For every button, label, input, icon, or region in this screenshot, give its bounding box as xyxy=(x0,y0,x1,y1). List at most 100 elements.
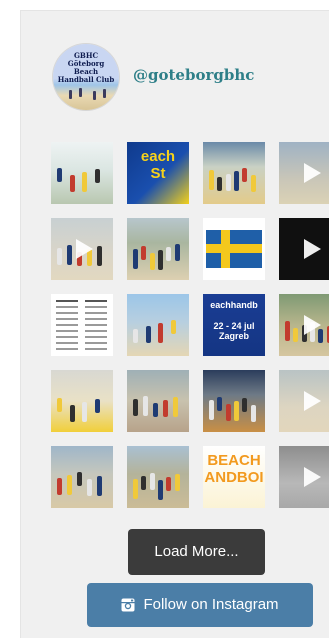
photo-thumbnail[interactable] xyxy=(127,370,189,432)
person-figure xyxy=(158,323,163,343)
photo-thumbnail[interactable] xyxy=(127,294,189,356)
video-thumbnail[interactable] xyxy=(279,446,329,508)
person-figure xyxy=(285,321,290,341)
photo-thumbnail[interactable]: eachhandb 22 - 24 jul Zagreb xyxy=(203,294,265,356)
person-figure xyxy=(77,472,82,486)
photo-thumbnail[interactable] xyxy=(203,142,265,204)
person-figure xyxy=(149,253,155,270)
load-more-button[interactable]: Load More... xyxy=(128,529,265,575)
person-figure xyxy=(225,174,231,191)
table-cell-graphic xyxy=(85,306,107,308)
person-figure xyxy=(141,246,147,260)
person-figure xyxy=(57,398,62,412)
table-cell-graphic xyxy=(85,342,107,344)
photo-thumbnail[interactable] xyxy=(203,218,265,280)
photo-thumbnail[interactable] xyxy=(127,446,189,508)
thumbnail-caption: BEACH ANDBOI xyxy=(204,452,264,487)
play-icon xyxy=(304,163,321,183)
person-figure xyxy=(166,477,172,491)
person-figure xyxy=(133,329,138,343)
person-figure xyxy=(133,479,138,499)
video-thumbnail[interactable] xyxy=(279,294,329,356)
thumbnail-caption: each St xyxy=(140,148,176,183)
follow-label: Follow on Instagram xyxy=(143,596,279,613)
table-cell-graphic xyxy=(85,324,107,326)
photo-thumbnail[interactable]: BEACH ANDBOI xyxy=(203,446,265,508)
person-figure xyxy=(174,244,180,261)
photo-thumbnail[interactable]: each St xyxy=(127,142,189,204)
play-icon xyxy=(76,239,93,259)
person-figure xyxy=(170,320,176,334)
photo-thumbnail[interactable] xyxy=(51,142,113,204)
table-cell-graphic xyxy=(85,300,107,302)
avatar-logo-text: GBHC Göteborg Beach Handball Club xyxy=(57,51,115,84)
avatar-figure xyxy=(103,89,106,98)
person-figure xyxy=(57,248,62,265)
person-figure xyxy=(173,397,178,417)
person-figure xyxy=(209,170,214,190)
person-figure xyxy=(158,250,163,270)
photo-thumbnail[interactable] xyxy=(51,446,113,508)
person-figure xyxy=(209,400,214,420)
follow-on-instagram-button[interactable]: Follow on Instagram xyxy=(87,583,313,627)
person-figure xyxy=(87,479,92,496)
avatar-figure xyxy=(93,91,96,100)
person-figure xyxy=(57,478,62,495)
person-figure xyxy=(69,405,75,422)
person-figure xyxy=(217,177,223,191)
person-figure xyxy=(174,474,180,491)
video-thumbnail[interactable] xyxy=(279,142,329,204)
profile-handle[interactable]: @goteborgbhc xyxy=(133,66,254,84)
table-cell-graphic xyxy=(85,348,107,350)
person-figure xyxy=(225,404,231,421)
table-cell-graphic xyxy=(56,330,78,332)
table-cell-graphic xyxy=(56,306,78,308)
play-icon xyxy=(304,391,321,411)
person-figure xyxy=(145,326,151,343)
person-figure xyxy=(143,396,148,416)
table-cell-graphic xyxy=(56,324,78,326)
person-figure xyxy=(133,399,138,416)
person-figure xyxy=(217,397,223,411)
table-cell-graphic xyxy=(56,318,78,320)
table-cell-graphic xyxy=(56,336,78,338)
table-cell-graphic xyxy=(56,348,78,350)
person-figure xyxy=(67,245,72,265)
person-figure xyxy=(149,473,155,490)
person-figure xyxy=(94,169,100,183)
play-icon xyxy=(304,239,321,259)
sweden-flag-image xyxy=(206,230,262,268)
profile-avatar[interactable]: GBHC Göteborg Beach Handball Club xyxy=(53,44,119,110)
video-thumbnail[interactable] xyxy=(51,218,113,280)
instagram-feed-panel: GBHC Göteborg Beach Handball Club @goteb… xyxy=(20,10,329,638)
person-figure xyxy=(67,475,72,495)
avatar-figure xyxy=(69,90,72,99)
video-thumbnail[interactable] xyxy=(279,370,329,432)
person-figure xyxy=(153,403,158,417)
table-cell-graphic xyxy=(85,330,107,332)
play-icon xyxy=(304,315,321,335)
person-figure xyxy=(141,476,147,490)
person-figure xyxy=(57,168,62,182)
photo-thumbnail[interactable] xyxy=(127,218,189,280)
person-figure xyxy=(250,405,256,422)
person-figure xyxy=(97,476,102,496)
table-cell-graphic xyxy=(56,312,78,314)
table-cell-graphic xyxy=(85,312,107,314)
person-figure xyxy=(133,249,138,269)
person-figure xyxy=(94,399,100,413)
person-figure xyxy=(242,398,248,412)
play-icon xyxy=(304,467,321,487)
instagram-icon xyxy=(121,598,135,612)
photo-thumbnail[interactable] xyxy=(51,294,113,356)
video-thumbnail[interactable] xyxy=(279,218,329,280)
person-figure xyxy=(69,175,75,192)
person-figure xyxy=(158,480,163,500)
avatar-figure xyxy=(79,88,82,97)
person-figure xyxy=(293,328,299,342)
person-figure xyxy=(166,247,172,261)
photo-thumbnail[interactable] xyxy=(203,370,265,432)
person-figure xyxy=(82,172,87,192)
photo-thumbnail[interactable] xyxy=(51,370,113,432)
person-figure xyxy=(97,246,102,266)
